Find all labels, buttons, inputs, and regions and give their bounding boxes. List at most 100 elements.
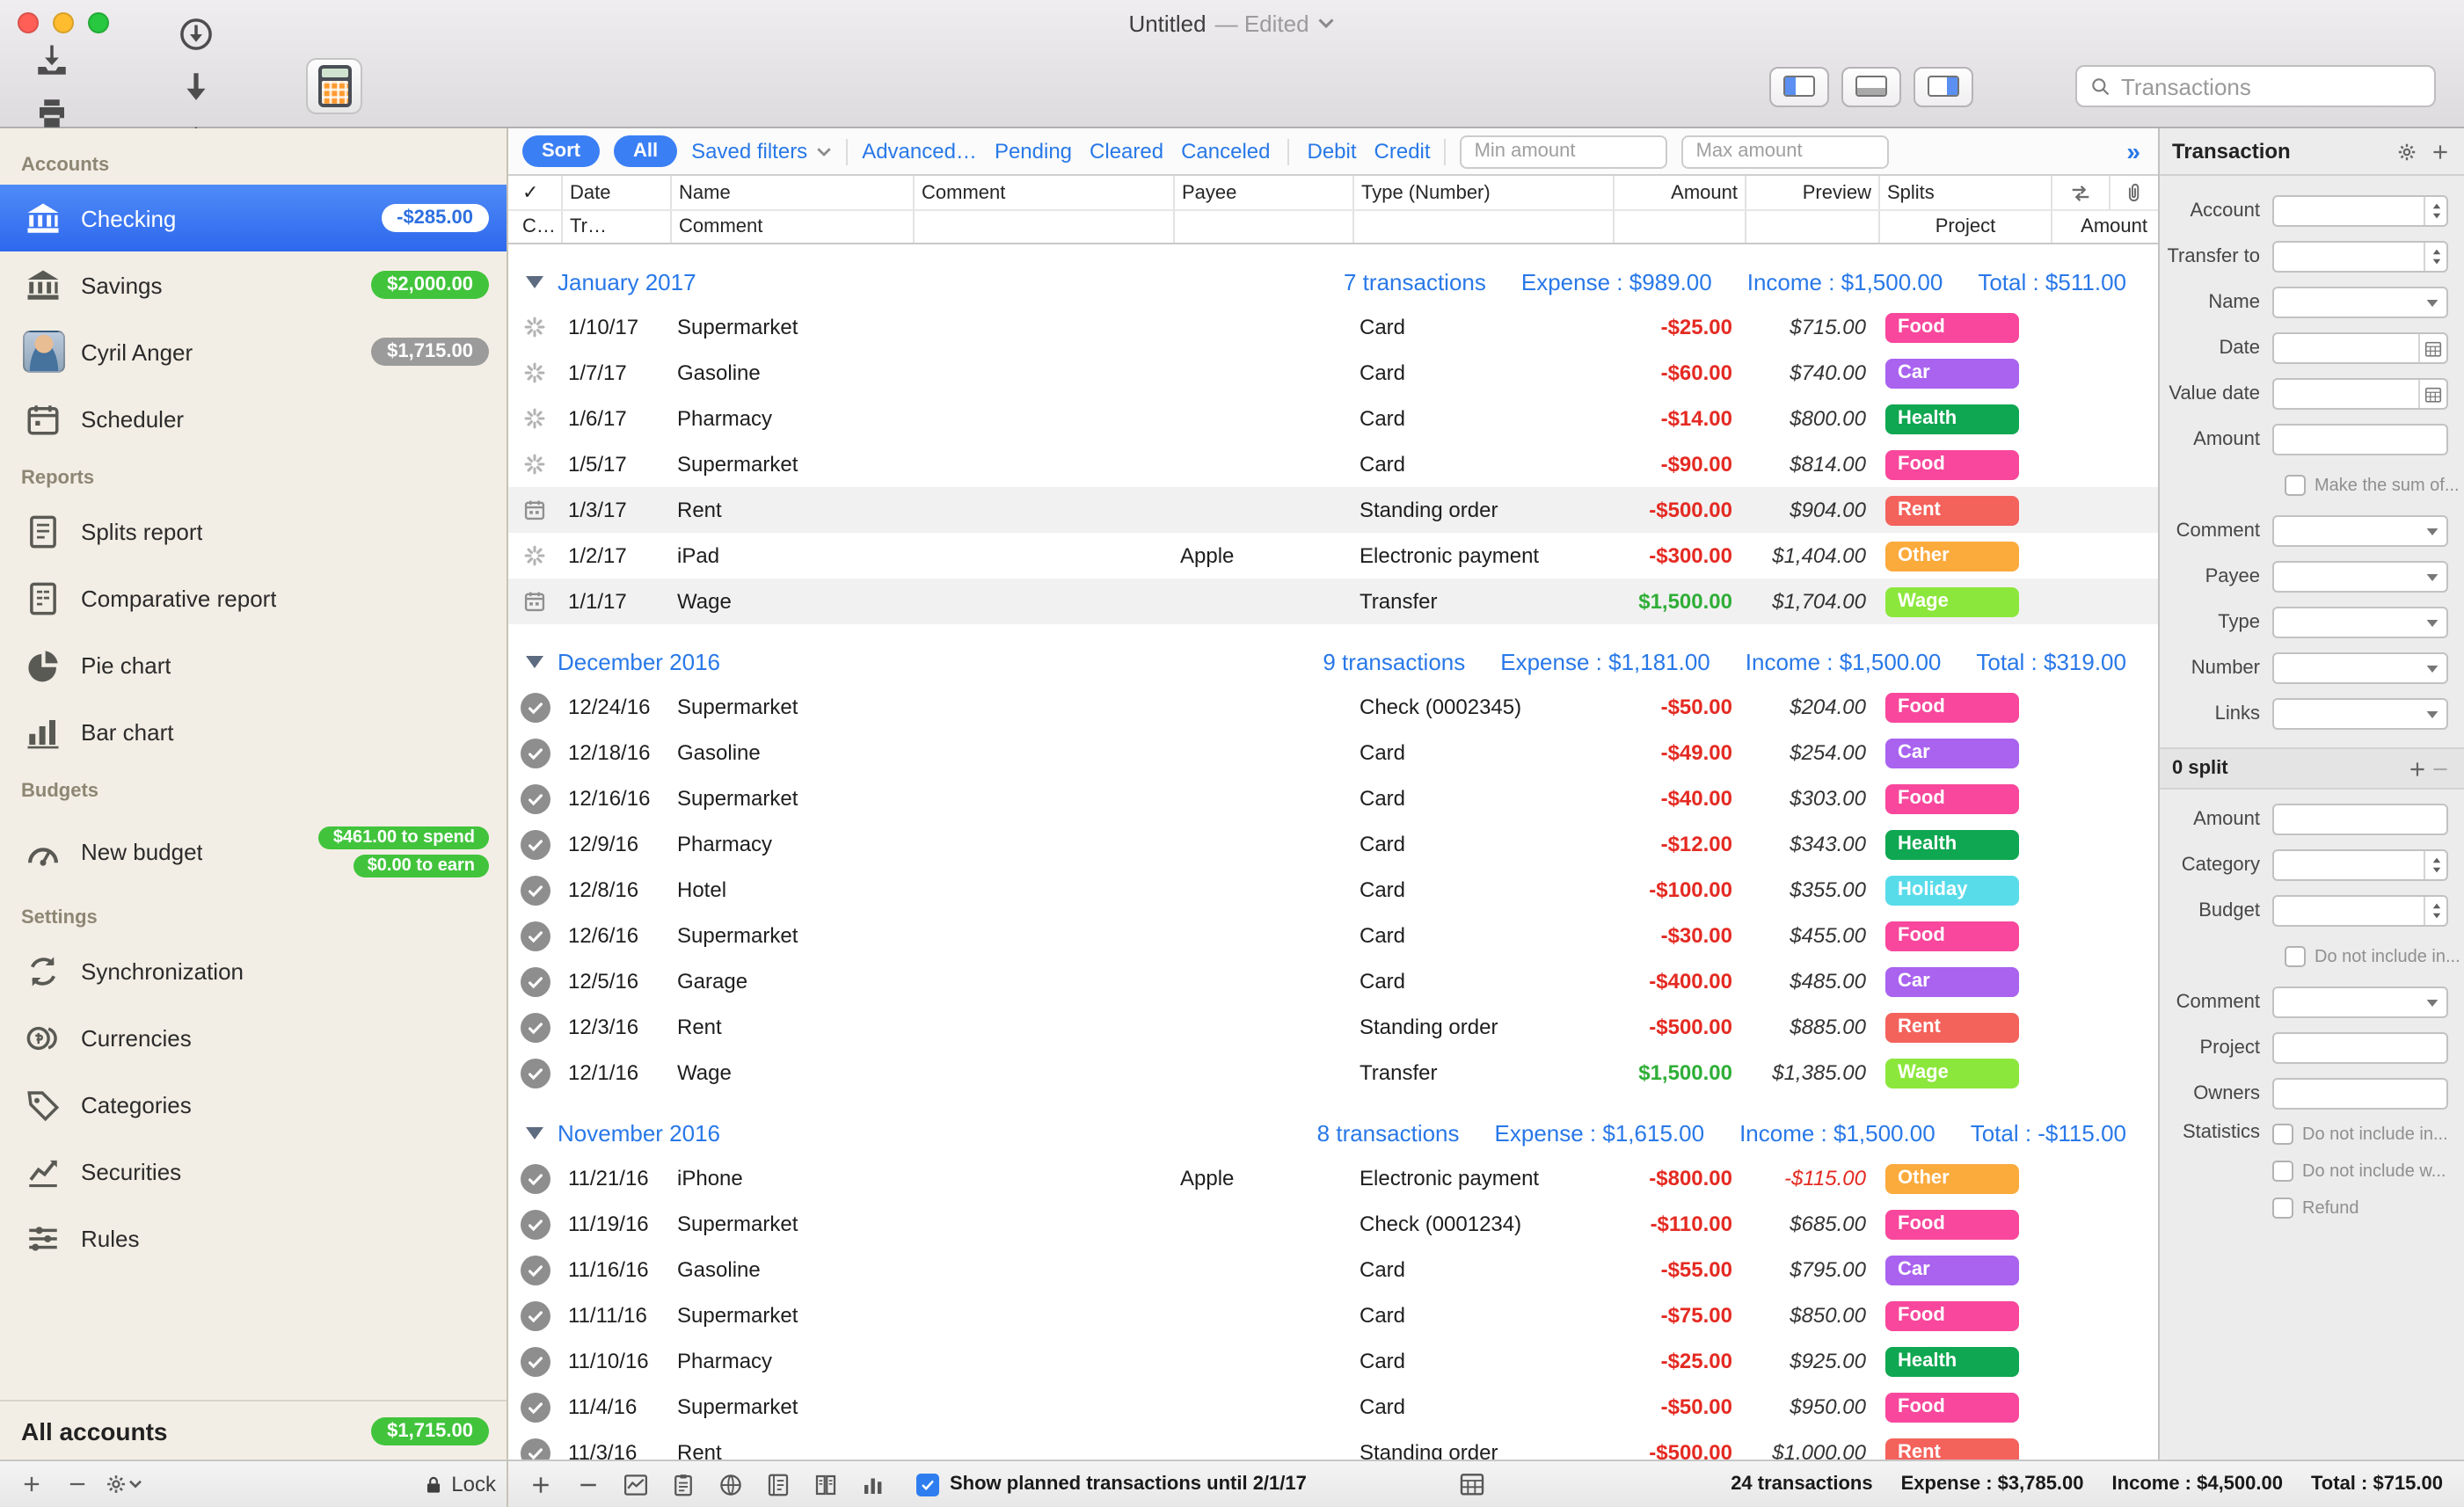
category-badge[interactable]: Car — [1885, 1255, 2019, 1285]
category-badge[interactable]: Holiday — [1885, 875, 2019, 905]
column-header-name[interactable]: Name — [670, 176, 913, 209]
close-window-button[interactable] — [18, 12, 39, 33]
month-group-header[interactable]: December 20169 transactionsExpense : $1,… — [508, 638, 2158, 684]
transaction-row[interactable]: 12/6/16SupermarketCard-$30.00$455.00Food — [508, 913, 2158, 958]
amount-field[interactable] — [2272, 804, 2448, 835]
cleared-icon[interactable] — [520, 1163, 550, 1193]
transaction-row[interactable]: 12/3/16RentStanding order-$500.00$885.00… — [508, 1004, 2158, 1050]
search-field[interactable] — [2075, 65, 2436, 107]
category-badge[interactable]: Car — [1885, 966, 2019, 996]
cleared-icon[interactable] — [520, 921, 550, 950]
disclosure-triangle-icon[interactable] — [526, 655, 543, 667]
checkbox[interactable] — [2272, 1198, 2293, 1219]
sidebar-item-pie-chart[interactable]: Pie chart — [0, 631, 507, 698]
budget-field[interactable] — [2272, 895, 2448, 927]
sidebar-item-rules[interactable]: Rules — [0, 1205, 507, 1271]
cleared-icon[interactable] — [520, 1058, 550, 1088]
account-action-menu-button[interactable] — [102, 1463, 144, 1505]
cleared-icon[interactable] — [520, 692, 550, 722]
combo-arrow-icon[interactable] — [2425, 710, 2446, 718]
stepper-icon[interactable] — [2424, 197, 2446, 225]
inspector-action-menu-button[interactable] — [2395, 140, 2418, 163]
cleared-icon[interactable] — [520, 738, 550, 768]
category-badge[interactable]: Car — [1885, 738, 2019, 768]
category-badge[interactable]: Food — [1885, 921, 2019, 950]
bottom-panel-view-button[interactable] — [1841, 66, 1901, 106]
filter-link-cleared[interactable]: Cleared — [1090, 139, 1163, 164]
add-split-button[interactable] — [2406, 757, 2429, 780]
transaction-row[interactable]: 12/16/16SupermarketCard-$40.00$303.00Foo… — [508, 775, 2158, 821]
down-arrow-button[interactable] — [165, 60, 225, 113]
column-header-comment[interactable]: Comment — [913, 176, 1173, 209]
cleared-icon[interactable] — [520, 1255, 550, 1285]
disclosure-triangle-icon[interactable] — [526, 1126, 543, 1139]
category-field[interactable] — [2272, 849, 2448, 881]
column-subheader-amount[interactable]: Amount — [2051, 211, 2154, 243]
month-group-header[interactable]: January 20177 transactionsExpense : $989… — [508, 258, 2158, 304]
column-header-type-number[interactable]: Type (Number) — [1352, 176, 1613, 209]
journal-toolbar-button[interactable] — [804, 1463, 848, 1505]
category-badge[interactable]: Other — [1885, 1163, 2019, 1193]
date-picker-icon[interactable] — [2418, 334, 2446, 362]
cleared-icon[interactable] — [520, 1438, 550, 1460]
transaction-row[interactable]: 11/16/16GasolineCard-$55.00$795.00Car — [508, 1247, 2158, 1292]
column-header-splits[interactable]: Splits — [1878, 176, 2051, 209]
transaction-row[interactable]: 11/3/16RentStanding order-$500.00$1,000.… — [508, 1430, 2158, 1460]
transaction-row[interactable]: 11/21/16iPhoneAppleElectronic payment-$8… — [508, 1155, 2158, 1201]
payee-field[interactable] — [2272, 561, 2448, 593]
transaction-row[interactable]: 1/6/17PharmacyCard-$14.00$800.00Health — [508, 396, 2158, 441]
ledger-toolbar-button[interactable] — [756, 1463, 800, 1505]
traffic-lights[interactable] — [18, 12, 109, 33]
checkbox[interactable] — [2285, 946, 2306, 967]
column-header-attachment[interactable] — [2109, 176, 2154, 209]
cleared-icon[interactable] — [520, 1346, 550, 1376]
combo-arrow-icon[interactable] — [2425, 664, 2446, 673]
plus-toolbar-button[interactable] — [519, 1463, 563, 1505]
sidebar-item-scheduler[interactable]: Scheduler — [0, 385, 507, 452]
add-transaction-button[interactable] — [2429, 140, 2452, 163]
category-badge[interactable]: Rent — [1885, 1438, 2019, 1460]
left-panel-view-button[interactable] — [1769, 66, 1829, 106]
transaction-row[interactable]: 12/9/16PharmacyCard-$12.00$343.00Health — [508, 821, 2158, 867]
date-field[interactable] — [2272, 332, 2448, 364]
transaction-row[interactable]: 1/3/17RentStanding order-$500.00$904.00R… — [508, 487, 2158, 533]
pending-icon[interactable] — [520, 404, 550, 433]
search-input[interactable] — [2121, 73, 2431, 99]
comment-field[interactable] — [2272, 515, 2448, 547]
sidebar-item-splits-report[interactable]: Splits report — [0, 498, 507, 564]
column-header-transfer-column[interactable] — [2051, 176, 2109, 209]
sort-button[interactable]: Sort — [522, 135, 600, 167]
checkbox[interactable] — [2285, 475, 2306, 496]
sidebar-item-savings[interactable]: Savings$2,000.00 — [0, 251, 507, 318]
category-badge[interactable]: Car — [1885, 358, 2019, 388]
zoom-window-button[interactable] — [88, 12, 109, 33]
category-badge[interactable]: Food — [1885, 1300, 2019, 1330]
date-picker-icon[interactable] — [2418, 380, 2446, 408]
column-subheader-cleared[interactable]: C… — [508, 211, 561, 243]
sidebar-item-categories[interactable]: Categories — [0, 1071, 507, 1138]
filter-all-button[interactable]: All — [614, 135, 677, 167]
pending-icon[interactable] — [520, 449, 550, 479]
type-field[interactable] — [2272, 607, 2448, 638]
column-header-[interactable]: ✓ — [508, 176, 561, 209]
category-badge[interactable]: Food — [1885, 692, 2019, 722]
sidebar-item-cyril-anger[interactable]: Cyril Anger$1,715.00 — [0, 318, 507, 385]
column-header-amount[interactable]: Amount — [1613, 176, 1745, 209]
transaction-row[interactable]: 11/19/16SupermarketCheck (0001234)-$110.… — [508, 1201, 2158, 1247]
cleared-icon[interactable] — [520, 1392, 550, 1422]
transaction-row[interactable]: 1/5/17SupermarketCard-$90.00$814.00Food — [508, 441, 2158, 487]
combo-arrow-icon[interactable] — [2425, 527, 2446, 535]
sidebar-item-synchronization[interactable]: Synchronization — [0, 937, 507, 1004]
scheduled-icon[interactable] — [520, 495, 550, 525]
sidebar-item-bar-chart[interactable]: Bar chart — [0, 698, 507, 765]
scheduled-icon[interactable] — [520, 586, 550, 616]
category-badge[interactable]: Health — [1885, 829, 2019, 859]
remove-account-button[interactable] — [56, 1463, 98, 1505]
column-header-date[interactable]: Date — [561, 176, 670, 209]
lock-button[interactable]: Lock — [421, 1472, 496, 1496]
combo-arrow-icon[interactable] — [2425, 998, 2446, 1007]
pending-icon[interactable] — [520, 312, 550, 342]
transaction-row[interactable]: 1/2/17iPadAppleElectronic payment-$300.0… — [508, 533, 2158, 579]
transaction-row[interactable]: 11/11/16SupermarketCard-$75.00$850.00Foo… — [508, 1292, 2158, 1338]
project-field[interactable] — [2272, 1032, 2448, 1064]
